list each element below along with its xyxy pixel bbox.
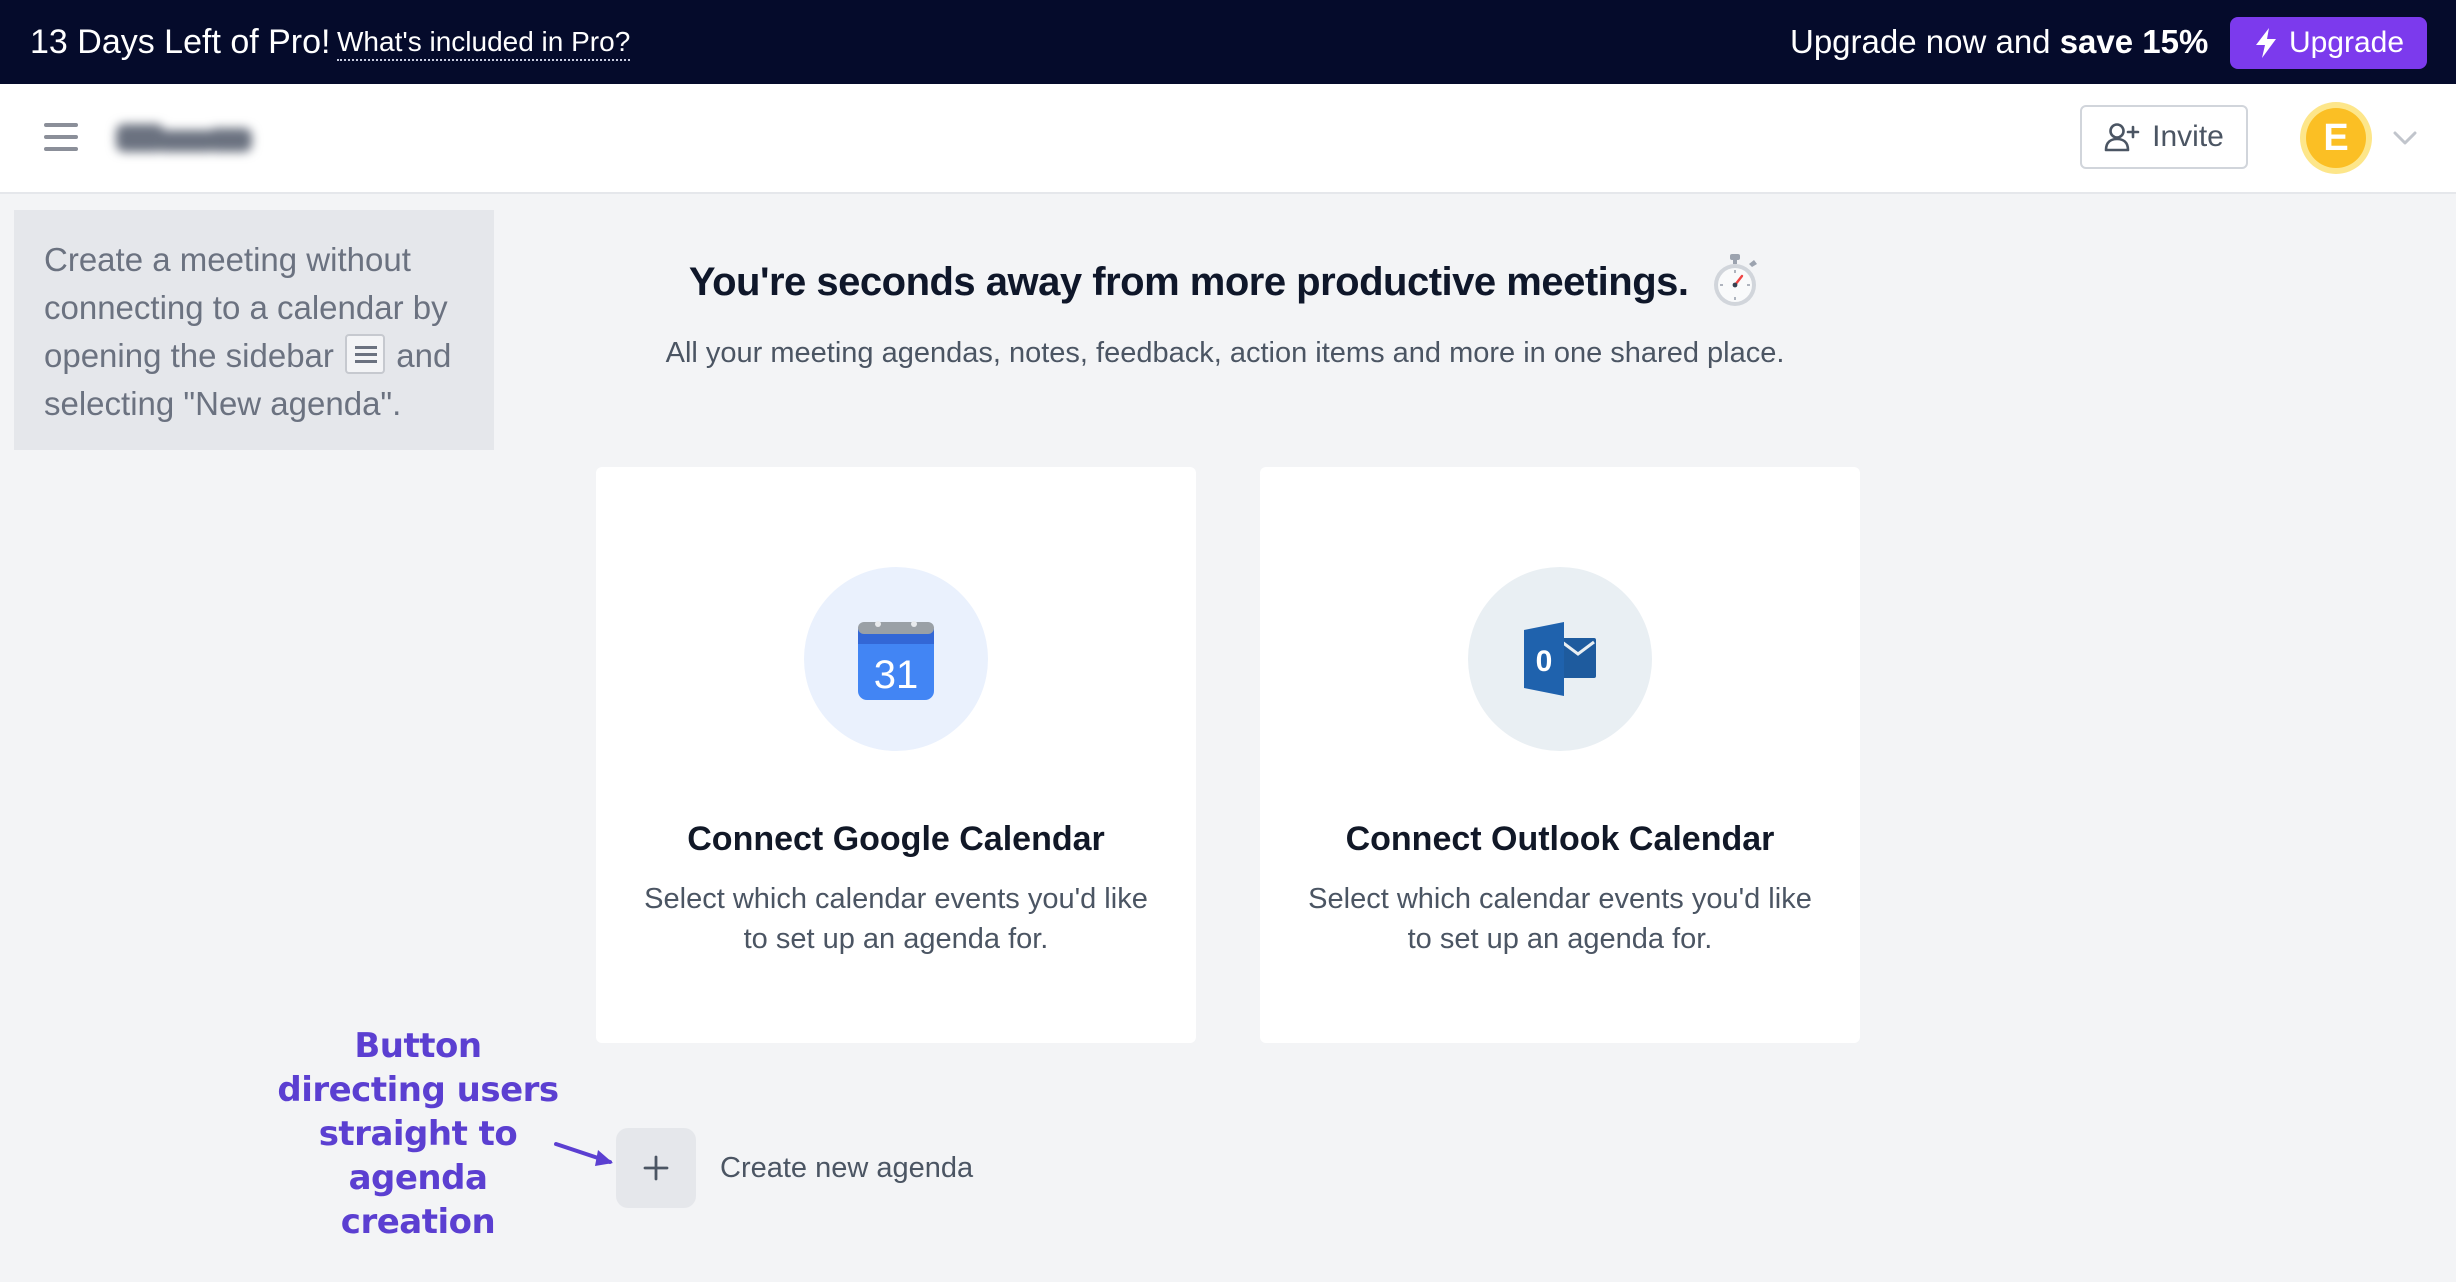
hint-text-before: Create a meeting without connecting to a… [44,241,448,374]
invite-button-label: Invite [2152,120,2224,153]
upgrade-promo-text: Upgrade now and save 15% [1790,22,2208,62]
sidebar-hint-box: Create a meeting without connecting to a… [14,210,494,450]
connect-outlook-calendar-card[interactable]: 0 Connect Outlook Calendar Select which … [1260,467,1860,1043]
promo-banner: 13 Days Left of Pro! What's included in … [0,0,2456,84]
avatar-initial: E [2306,108,2366,168]
google-calendar-icon: 31 [858,621,934,700]
annotation-text: Button directing users straight to agend… [277,1026,559,1242]
whats-included-link[interactable]: What's included in Pro? [337,25,631,61]
user-plus-icon [2104,123,2140,152]
card-description: Select which calendar events you'd like … [1308,883,1812,955]
page-title-text: You're seconds away from more productive… [688,260,1689,304]
google-calendar-icon-circle: 31 [804,567,988,751]
avatar[interactable]: E [2300,102,2372,174]
upgrade-promo-prefix: Upgrade now and [1790,23,2060,60]
account-menu[interactable]: E [2300,102,2420,174]
upgrade-button[interactable]: Upgrade [2230,17,2427,69]
stopwatch-icon [1714,254,1758,307]
card-description: Select which calendar events you'd like … [644,883,1148,955]
lightning-icon [2255,28,2276,58]
outlook-icon-letter: 0 [1536,645,1553,678]
outlook-icon: 0 [1524,622,1596,696]
trial-days-left: 13 Days Left of Pro! [30,23,331,61]
hamburger-menu-icon[interactable] [44,123,78,153]
card-title: Connect Outlook Calendar [1345,820,1775,858]
upgrade-button-label: Upgrade [2288,26,2405,59]
hamburger-menu-icon [345,334,386,375]
card-title: Connect Google Calendar [687,820,1105,858]
connect-google-calendar-card[interactable]: 31 Connect Google Calendar Select which … [596,467,1196,1043]
plus-icon [643,1155,669,1181]
page-title: You're seconds away from more productive… [640,254,1810,312]
outlook-icon-circle: 0 [1468,567,1652,751]
app-header: Invite E [0,84,2456,194]
arrow-right-icon [554,1142,613,1166]
page-subtitle: All your meeting agendas, notes, feedbac… [665,337,1785,369]
google-calendar-icon-number: 31 [874,653,919,697]
create-new-agenda-label[interactable]: Create new agenda [720,1148,973,1188]
create-new-agenda-button[interactable] [616,1128,696,1208]
invite-button[interactable]: Invite [2080,105,2248,169]
app-logo [116,120,252,158]
upgrade-discount: save 15% [2059,23,2209,60]
chevron-down-icon[interactable] [2392,126,2418,150]
